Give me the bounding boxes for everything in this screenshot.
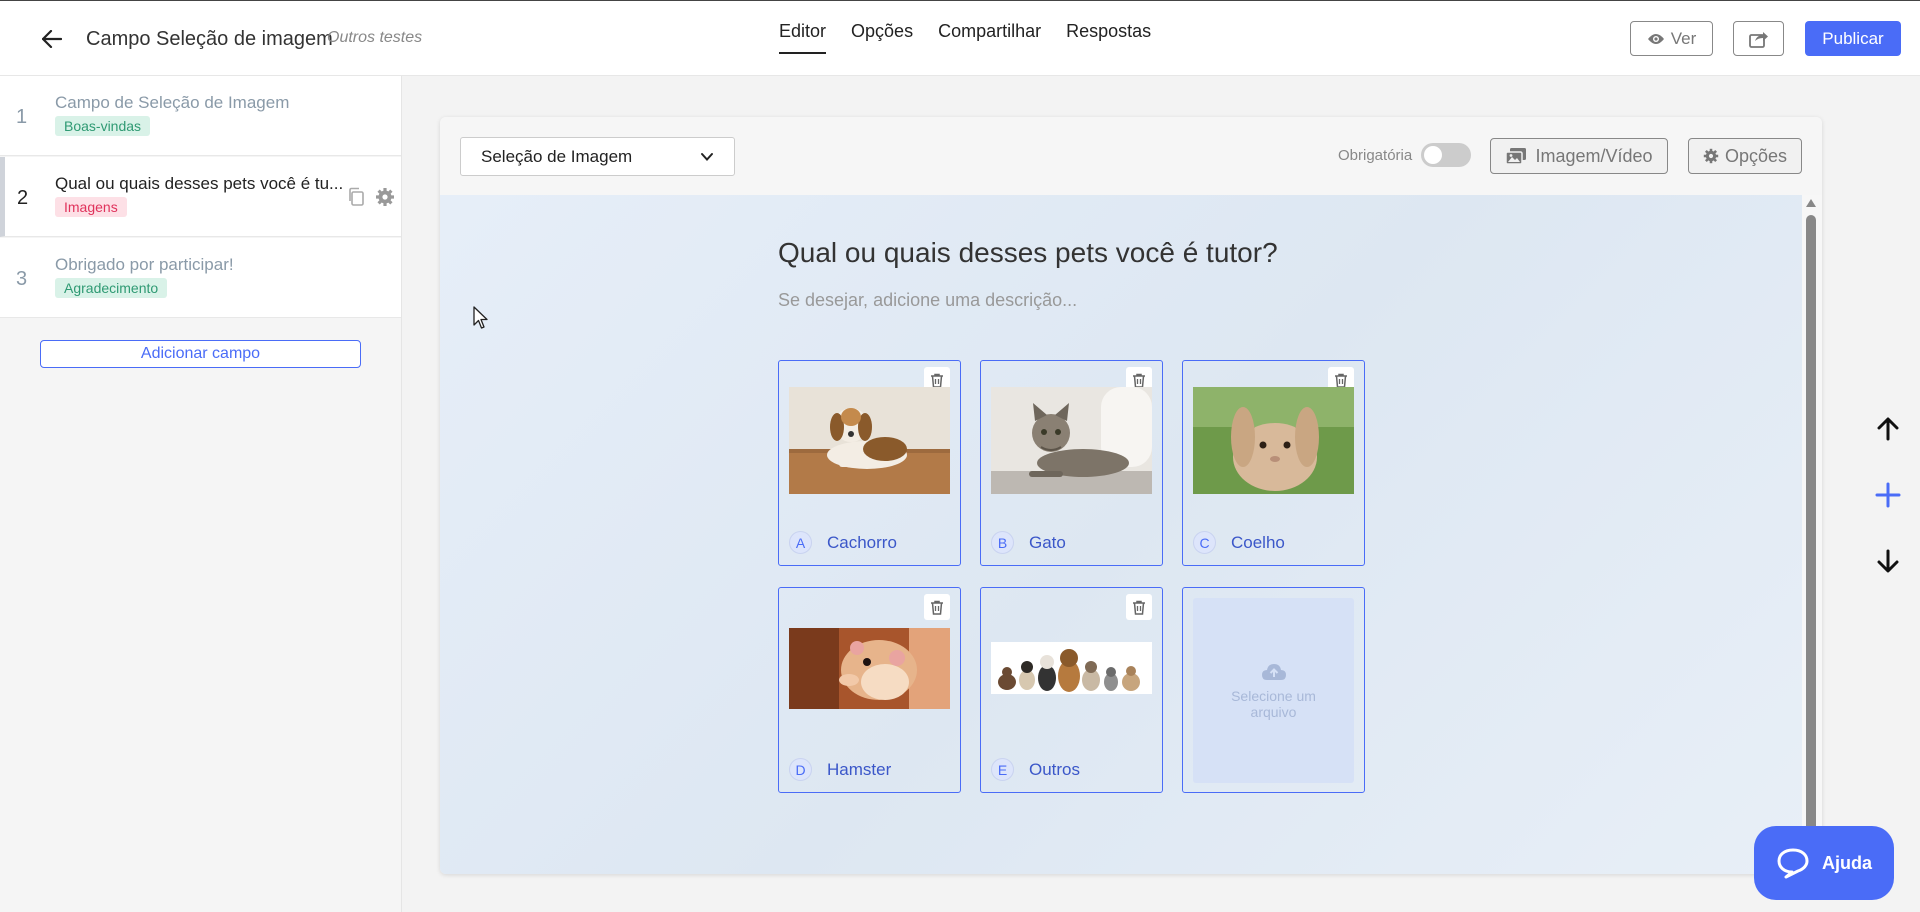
choice-letter: B <box>991 531 1014 554</box>
rabbit-image <box>1193 387 1354 494</box>
upload-dropzone[interactable]: Selecione um arquivo <box>1193 598 1354 783</box>
tab-respostas[interactable]: Respostas <box>1066 21 1151 54</box>
sidebar-item-image-question[interactable]: 2 Qual ou quais desses pets você é tu...… <box>0 157 401 237</box>
description-input[interactable]: Se desejar, adicione uma descrição... <box>778 290 1077 311</box>
tab-opcoes[interactable]: Opções <box>851 21 913 54</box>
upload-card[interactable]: Selecione um arquivo <box>1182 587 1365 793</box>
field-options-button[interactable]: Opções <box>1688 138 1802 174</box>
share-icon <box>1748 31 1768 48</box>
publish-button[interactable]: Publicar <box>1805 21 1901 56</box>
field-type-select[interactable]: Seleção de Imagem <box>460 137 735 176</box>
image-video-button[interactable]: Imagem/Vídeo <box>1490 138 1668 174</box>
gear-icon[interactable] <box>375 187 395 212</box>
chevron-down-icon <box>701 153 713 161</box>
help-button[interactable]: Ajuda <box>1754 826 1894 900</box>
required-toggle[interactable] <box>1421 143 1471 167</box>
add-field-plus-button[interactable] <box>1870 477 1906 513</box>
sidebar-item-number: 1 <box>16 106 28 128</box>
move-up-button[interactable] <box>1870 411 1906 447</box>
choice-card[interactable]: C Coelho <box>1182 360 1365 566</box>
images-icon <box>1505 148 1527 165</box>
tab-compartilhar[interactable]: Compartilhar <box>938 21 1041 54</box>
sidebar-item-thanks[interactable]: 3 Obrigado por participar! Agradecimento <box>0 238 401 318</box>
choice-card[interactable]: A Cachorro <box>778 360 961 566</box>
sidebar-item-badge: Agradecimento <box>55 278 168 298</box>
form-subtitle[interactable]: Outros testes <box>327 29 422 47</box>
add-field-button[interactable]: Adicionar campo <box>40 340 361 368</box>
top-bar: Campo Seleção de imagem Outros testes Ed… <box>0 0 1920 76</box>
sidebar: 1 Campo de Seleção de Imagem Boas-vindas… <box>0 76 402 912</box>
choice-label[interactable]: Outros <box>1029 760 1080 780</box>
back-button[interactable] <box>38 25 66 53</box>
sidebar-item-title: Obrigado por participar! <box>55 255 234 274</box>
hamster-image <box>789 628 950 709</box>
sidebar-item-number: 2 <box>17 187 29 209</box>
dog-image <box>789 387 950 494</box>
choice-card[interactable]: B Gato <box>980 360 1163 566</box>
chat-icon <box>1777 848 1809 879</box>
choice-letter: A <box>789 531 812 554</box>
view-button[interactable]: Ver <box>1630 21 1713 56</box>
copy-icon[interactable] <box>347 187 365 212</box>
choice-card[interactable]: D Hamster <box>778 587 961 793</box>
choice-label[interactable]: Coelho <box>1231 533 1285 553</box>
toggle-knob <box>1424 146 1442 164</box>
arrow-up-icon <box>1877 417 1899 441</box>
choice-letter: E <box>991 758 1014 781</box>
required-label: Obrigatória <box>1338 147 1413 164</box>
sidebar-item-title: Campo de Seleção de Imagem <box>55 93 290 112</box>
share-button[interactable] <box>1733 21 1784 56</box>
pets-group-image <box>991 642 1152 694</box>
help-label: Ajuda <box>1821 852 1872 873</box>
trash-icon[interactable] <box>1126 594 1152 620</box>
sidebar-item-title: Qual ou quais desses pets você é tu... <box>55 174 344 193</box>
arrow-down-icon <box>1877 549 1899 573</box>
upload-label: Selecione um arquivo <box>1231 687 1316 720</box>
gear-icon <box>1703 148 1719 164</box>
choice-letter: D <box>789 758 812 781</box>
sidebar-item-number: 3 <box>16 268 28 290</box>
choice-label[interactable]: Gato <box>1029 533 1066 553</box>
scroll-thumb[interactable] <box>1806 215 1816 873</box>
plus-icon <box>1875 482 1901 508</box>
view-button-label: Ver <box>1670 28 1697 48</box>
field-toolbar: Seleção de Imagem Obrigatória Imagem/Víd… <box>440 117 1822 195</box>
choice-label[interactable]: Hamster <box>827 760 891 780</box>
trash-icon[interactable] <box>924 594 950 620</box>
field-type-value: Seleção de Imagem <box>481 146 633 166</box>
sidebar-item-badge: Imagens <box>55 197 127 217</box>
question-title[interactable]: Qual ou quais desses pets você é tutor? <box>778 237 1278 269</box>
move-down-button[interactable] <box>1870 543 1906 579</box>
form-title[interactable]: Campo Seleção de imagem <box>86 28 333 51</box>
scrollbar[interactable] <box>1805 199 1817 873</box>
eye-icon <box>1647 33 1664 44</box>
choice-label[interactable]: Cachorro <box>827 533 897 553</box>
sidebar-item-welcome[interactable]: 1 Campo de Seleção de Imagem Boas-vindas <box>0 76 401 156</box>
mouse-cursor-icon <box>473 306 488 329</box>
cloud-upload-icon <box>1261 663 1286 680</box>
arrow-left-icon <box>42 30 62 48</box>
sidebar-item-actions <box>347 187 395 212</box>
choice-letter: C <box>1193 531 1216 554</box>
cat-image <box>991 387 1152 494</box>
tab-editor[interactable]: Editor <box>779 21 827 54</box>
image-video-label: Imagem/Vídeo <box>1535 145 1653 166</box>
choice-card[interactable]: E Outros <box>980 587 1163 793</box>
nav-tabs: Editor Opções Compartilhar Respostas <box>779 21 1151 54</box>
field-options-label: Opções <box>1724 145 1788 166</box>
scroll-up-arrow[interactable] <box>1806 199 1816 207</box>
sidebar-item-badge: Boas-vindas <box>55 116 151 136</box>
